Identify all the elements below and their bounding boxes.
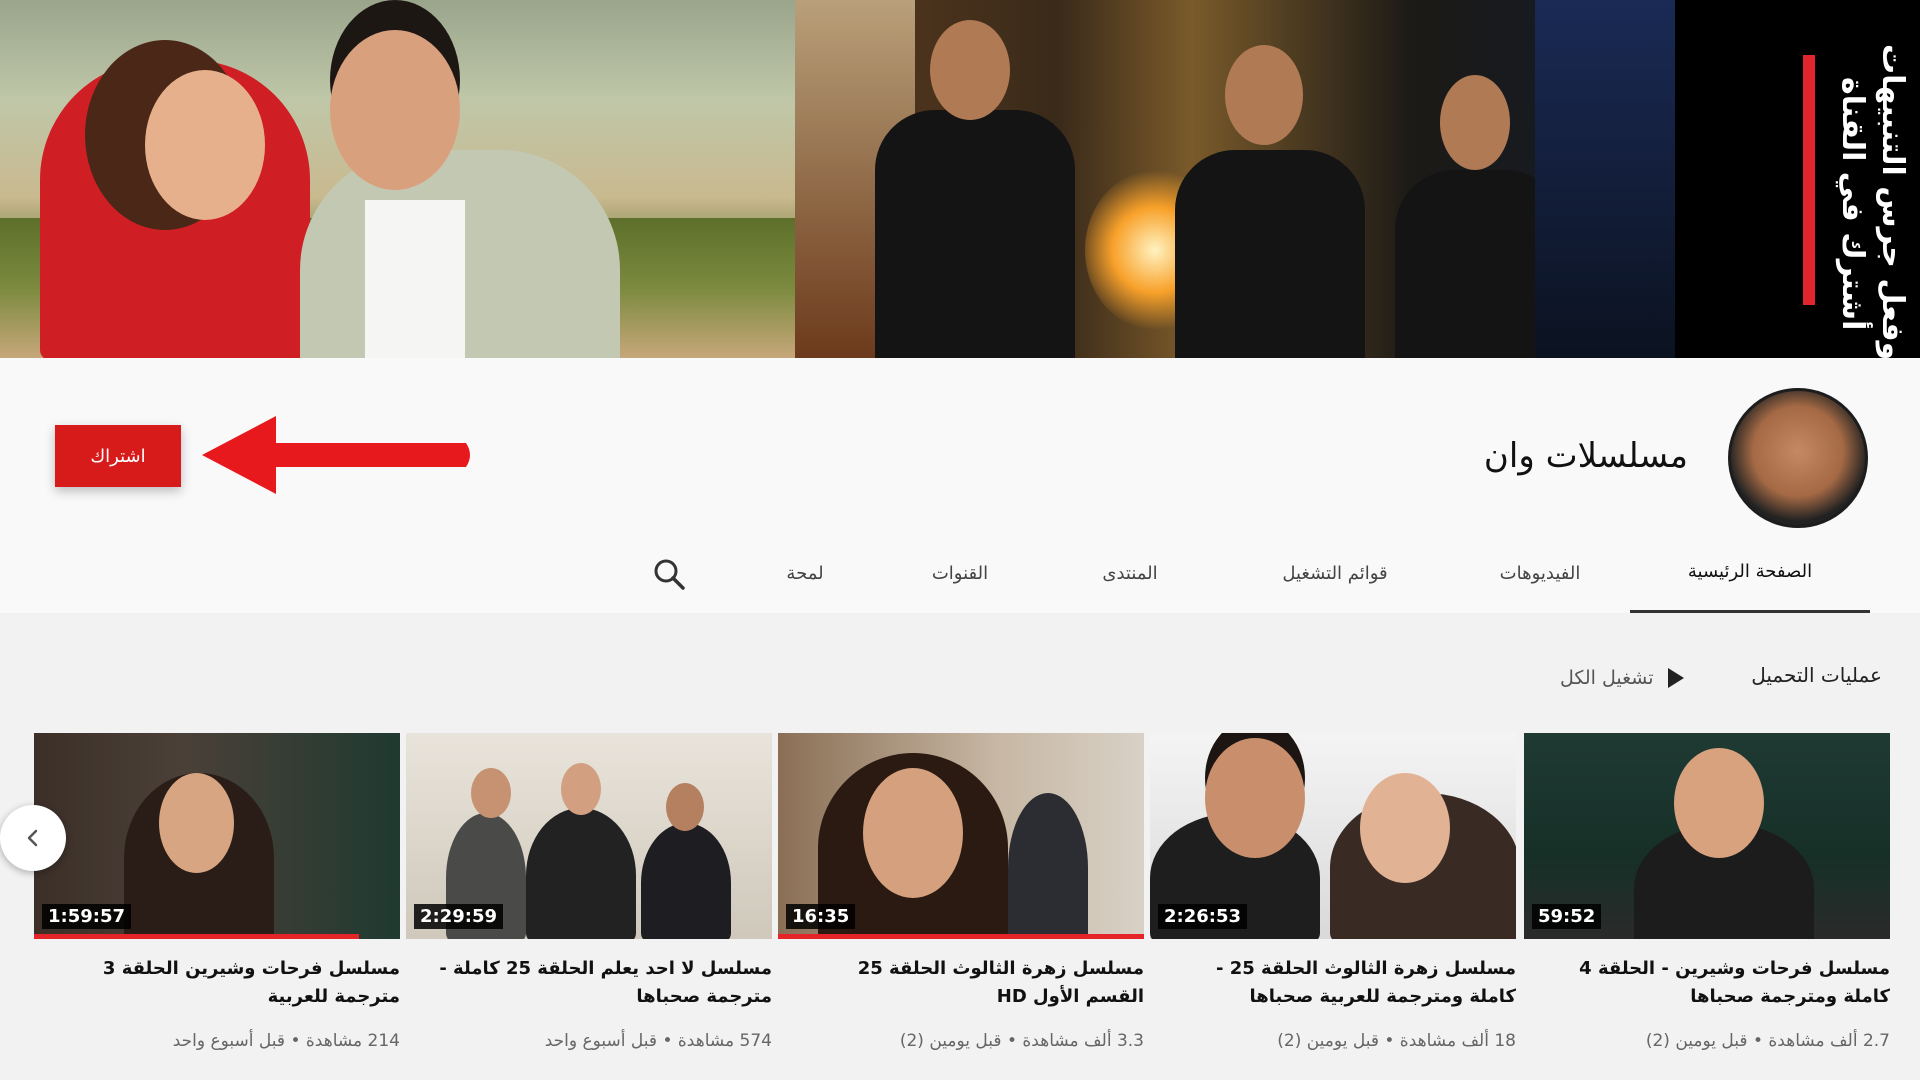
video-title[interactable]: مسلسل زهرة الثالوث الحلقة 25 القسم الأول… <box>794 955 1144 1011</box>
video-card[interactable]: 59:52 مسلسل فرحات وشيرين - الحلقة 4 كامل… <box>1524 733 1890 1073</box>
video-title[interactable]: مسلسل فرحات وشيرين - الحلقة 4 كاملة ومتر… <box>1540 955 1890 1011</box>
video-meta: 214 مشاهدة • قبل أسبوع واحد <box>172 1031 400 1051</box>
subscribe-button[interactable]: اشتراك <box>55 425 181 487</box>
video-thumbnail[interactable]: 2:29:59 <box>406 733 772 939</box>
play-icon <box>1667 668 1684 688</box>
video-title[interactable]: مسلسل زهرة الثالوث الحلقة 25 - كاملة ومت… <box>1166 955 1516 1011</box>
video-duration: 2:29:59 <box>414 904 504 929</box>
channel-avatar[interactable] <box>1728 388 1868 528</box>
tab-channels[interactable]: القنوات <box>900 533 1020 613</box>
video-meta: 574 مشاهدة • قبل أسبوع واحد <box>544 1031 772 1051</box>
callout-line-1: أشترك في القناة <box>1835 76 1870 330</box>
tab-playlists[interactable]: قوائم التشغيل <box>1250 533 1420 613</box>
video-duration: 59:52 <box>1532 904 1602 929</box>
channel-tabs: لمحة القنوات المنتدى قوائم التشغيل الفيد… <box>620 533 1870 613</box>
tab-community[interactable]: المنتدى <box>1070 533 1190 613</box>
video-card[interactable]: 1:59:57 مسلسل فرحات وشيرين الحلقة 3 مترج… <box>34 733 400 1073</box>
banner-image-couple <box>0 0 795 358</box>
play-all-label: تشغيل الكل <box>1560 667 1654 689</box>
callout-line-2: وفعل جرس التنبيهات <box>1875 43 1910 358</box>
video-meta: 2.7 ألف مشاهدة • قبل يومين (2) <box>1645 1031 1890 1051</box>
callout-red-bar <box>1803 55 1815 305</box>
video-card[interactable]: 2:29:59 مسلسل لا احد يعلم الحلقة 25 كامل… <box>406 733 772 1073</box>
banner-subscribe-callout: أشترك في القناة وفعل جرس التنبيهات <box>1675 0 1920 358</box>
video-title[interactable]: مسلسل لا احد يعلم الحلقة 25 كاملة - مترج… <box>422 955 772 1011</box>
banner-image-group <box>795 0 1675 358</box>
video-meta: 3.3 ألف مشاهدة • قبل يومين (2) <box>899 1031 1144 1051</box>
video-meta: 18 ألف مشاهدة • قبل يومين (2) <box>1277 1031 1516 1051</box>
video-thumbnail[interactable]: 2:26:53 <box>1150 733 1516 939</box>
channel-banner: أشترك في القناة وفعل جرس التنبيهات <box>0 0 1920 358</box>
video-card[interactable]: 16:35 مسلسل زهرة الثالوث الحلقة 25 القسم… <box>778 733 1144 1073</box>
tab-videos[interactable]: الفيديوهات <box>1460 533 1620 613</box>
video-duration: 16:35 <box>786 904 856 929</box>
section-title[interactable]: عمليات التحميل <box>1751 663 1882 687</box>
video-thumbnail[interactable]: 59:52 <box>1524 733 1890 939</box>
video-duration: 2:26:53 <box>1158 904 1248 929</box>
chevron-left-icon <box>27 829 38 847</box>
video-duration: 1:59:57 <box>42 904 132 929</box>
tab-home[interactable]: الصفحة الرئيسية <box>1630 533 1870 613</box>
tab-about[interactable]: لمحة <box>755 533 855 613</box>
video-card[interactable]: 2:26:53 مسلسل زهرة الثالوث الحلقة 25 - ك… <box>1150 733 1516 1073</box>
channel-page: أشترك في القناة وفعل جرس التنبيهات مسلسل… <box>0 0 1920 1080</box>
channel-name: مسلسلات وان <box>1483 436 1688 476</box>
video-title[interactable]: مسلسل فرحات وشيرين الحلقة 3 مترجمة للعرب… <box>50 955 400 1011</box>
arrow-left-icon <box>202 416 470 494</box>
video-thumbnail[interactable]: 1:59:57 <box>34 733 400 939</box>
search-icon[interactable] <box>650 555 690 595</box>
video-thumbnail[interactable]: 16:35 <box>778 733 1144 939</box>
shelf-prev-button[interactable] <box>0 805 66 871</box>
uploads-shelf: 59:52 مسلسل فرحات وشيرين - الحلقة 4 كامل… <box>30 733 1890 1080</box>
play-all-button[interactable]: تشغيل الكل <box>1560 661 1684 695</box>
uploads-section-header: عمليات التحميل تشغيل الكل <box>0 613 1920 733</box>
